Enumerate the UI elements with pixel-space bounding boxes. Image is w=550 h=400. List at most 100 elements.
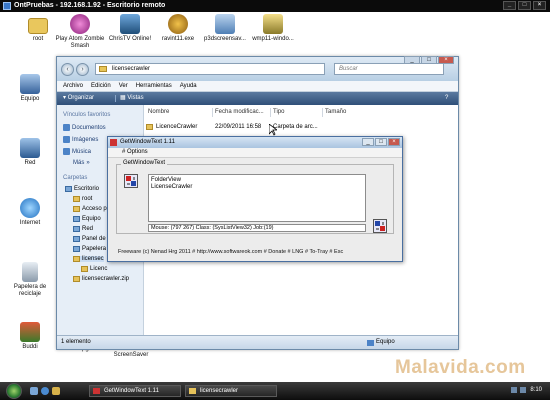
window-text-output[interactable]: FolderView LicenseCrawler bbox=[148, 174, 366, 222]
control-panel-icon bbox=[73, 236, 80, 242]
column-separator bbox=[322, 108, 323, 117]
toolbar-separator bbox=[115, 95, 116, 102]
address-bar[interactable]: licensecrawler bbox=[95, 63, 325, 75]
menu-herramientas[interactable]: Herramientas bbox=[136, 81, 172, 91]
close-button[interactable]: × bbox=[438, 56, 454, 64]
explorer-address-area: ‹ › licensecrawler Buscar _ □ × bbox=[57, 56, 458, 81]
menu-archivo[interactable]: Archivo bbox=[63, 81, 83, 91]
search-placeholder: Buscar bbox=[339, 66, 358, 72]
tree-label: Equipo bbox=[82, 216, 101, 222]
search-input[interactable]: Buscar bbox=[334, 63, 444, 75]
desktop-icon-red[interactable]: Red bbox=[8, 138, 52, 167]
target-finder-icon[interactable] bbox=[373, 219, 387, 233]
mouse-info-field[interactable]: Mouse: (797 267) Class: (SysListView32) … bbox=[148, 224, 366, 232]
desktop-icon-screensaver-label[interactable]: ScreenSaver bbox=[106, 352, 156, 359]
desktop-icon-label: wmp11-windo... bbox=[252, 36, 294, 42]
menu-ayuda[interactable]: Ayuda bbox=[180, 81, 197, 91]
views-label: Vistas bbox=[127, 95, 144, 101]
tree-item-licencecrawler-sub[interactable]: Licenc bbox=[81, 266, 107, 272]
views-button[interactable]: ▦ Vistas bbox=[120, 92, 144, 105]
command-toolbar: ▾ Organizar ▦ Vistas ? bbox=[57, 92, 458, 105]
nav-more-label: Más bbox=[73, 160, 85, 166]
taskbar-button-label: GetWindowText 1.11 bbox=[104, 388, 159, 394]
menu-edicion[interactable]: Edición bbox=[91, 81, 111, 91]
column-name[interactable]: Nombre bbox=[148, 109, 169, 115]
status-location: Equipo bbox=[367, 336, 395, 349]
tree-item-zip[interactable]: licensecrawler.zip bbox=[73, 276, 129, 282]
row-type: Carpeta de arc... bbox=[273, 124, 318, 130]
column-type[interactable]: Tipo bbox=[273, 109, 284, 115]
nav-documents[interactable]: Documentos bbox=[63, 124, 106, 131]
tv-icon bbox=[120, 14, 140, 34]
nav-images-label: Imágenes bbox=[72, 136, 99, 143]
recycle-bin-icon bbox=[73, 246, 80, 252]
documents-icon bbox=[63, 124, 70, 131]
tree-item-papelera[interactable]: Papelera bbox=[73, 246, 106, 252]
item-count: 1 elemento bbox=[61, 339, 91, 345]
desktop-icon-internet[interactable]: Internet bbox=[8, 198, 52, 227]
crosshair-finder-icon[interactable] bbox=[124, 174, 138, 188]
internet-explorer-icon[interactable] bbox=[41, 387, 49, 395]
folder-icon bbox=[146, 124, 153, 130]
app-icon bbox=[93, 388, 100, 394]
desktop-icon-equipo[interactable]: Equipo bbox=[8, 74, 52, 103]
tree-label: Panel de bbox=[82, 236, 106, 242]
volume-tray-icon[interactable] bbox=[520, 387, 526, 393]
column-date[interactable]: Fecha modificac... bbox=[215, 109, 264, 115]
rdp-maximize-button[interactable]: □ bbox=[518, 1, 531, 10]
show-desktop-icon[interactable] bbox=[30, 387, 38, 395]
nav-music-label: Música bbox=[72, 148, 92, 155]
tree-item-licensecrawler[interactable]: licensec bbox=[73, 256, 104, 262]
desktop-icon-papelera[interactable]: Papelera de reciclaje bbox=[4, 262, 56, 298]
installer-icon bbox=[263, 14, 283, 34]
back-button[interactable]: ‹ bbox=[61, 63, 74, 76]
text-line: LicenseCrawler bbox=[151, 184, 193, 190]
buddi-icon bbox=[20, 322, 40, 342]
start-button[interactable] bbox=[6, 383, 22, 399]
desktop-icon bbox=[65, 186, 72, 192]
network-tray-icon[interactable] bbox=[511, 387, 517, 393]
desktop-icon-label: Red bbox=[24, 160, 36, 166]
desktop-icon-buddi[interactable]: Buddi bbox=[8, 322, 52, 351]
organize-button[interactable]: ▾ Organizar bbox=[63, 92, 94, 105]
nav-music[interactable]: Música bbox=[63, 148, 91, 155]
tree-label: licensec bbox=[82, 256, 104, 262]
tree-item-panel[interactable]: Panel de bbox=[73, 236, 106, 242]
rdp-close-button[interactable]: × bbox=[533, 1, 546, 10]
zip-folder-icon bbox=[73, 276, 80, 282]
minimize-button[interactable]: _ bbox=[362, 138, 374, 146]
tree-item-equipo[interactable]: Equipo bbox=[73, 216, 101, 222]
nav-images[interactable]: Imágenes bbox=[63, 136, 98, 143]
tree-item-red[interactable]: Red bbox=[73, 226, 93, 232]
taskbar-button-licensecrawler[interactable]: licensecrawler bbox=[185, 385, 277, 397]
column-size[interactable]: Tamaño bbox=[325, 109, 346, 115]
tree-item-root[interactable]: root bbox=[73, 196, 92, 202]
getwindowtext-footer[interactable]: Freeware (c) Nenad Hrg 2011 # http://www… bbox=[118, 249, 343, 255]
group-label: GetWindowText bbox=[121, 160, 168, 166]
desktop-icon-wmp[interactable]: wmp11-windo... bbox=[243, 14, 303, 43]
network-icon bbox=[20, 138, 40, 158]
clock[interactable]: 8:10 bbox=[530, 387, 542, 393]
close-button[interactable]: × bbox=[388, 138, 400, 146]
maximize-button[interactable]: □ bbox=[421, 56, 437, 64]
tree-item-acceso[interactable]: Acceso p bbox=[73, 206, 107, 212]
system-tray bbox=[511, 387, 526, 393]
network-icon bbox=[73, 226, 80, 232]
forward-button[interactable]: › bbox=[76, 63, 89, 76]
taskbar-button-getwindowtext[interactable]: GetWindowText 1.11 bbox=[89, 385, 181, 397]
tree-item-desktop[interactable]: Escritorio bbox=[65, 186, 99, 192]
column-separator bbox=[212, 108, 213, 117]
list-item[interactable]: LicenceCrawler 22/09/2011 16:58 Carpeta … bbox=[146, 122, 346, 132]
nav-more[interactable]: Más » bbox=[73, 160, 90, 166]
taskbar-button-label: licensecrawler bbox=[200, 388, 239, 394]
status-location-label: Equipo bbox=[376, 339, 395, 345]
menu-ver[interactable]: Ver bbox=[119, 81, 128, 91]
options-menu[interactable]: # Options bbox=[122, 148, 148, 157]
maximize-button[interactable]: □ bbox=[375, 138, 387, 146]
getwindowtext-menu: # Options bbox=[108, 148, 402, 158]
help-icon[interactable]: ? bbox=[445, 92, 448, 105]
minimize-button[interactable]: _ bbox=[404, 56, 420, 64]
folder-icon[interactable] bbox=[52, 387, 60, 395]
row-name: LicenceCrawler bbox=[156, 124, 198, 130]
rdp-minimize-button[interactable]: _ bbox=[503, 1, 516, 10]
